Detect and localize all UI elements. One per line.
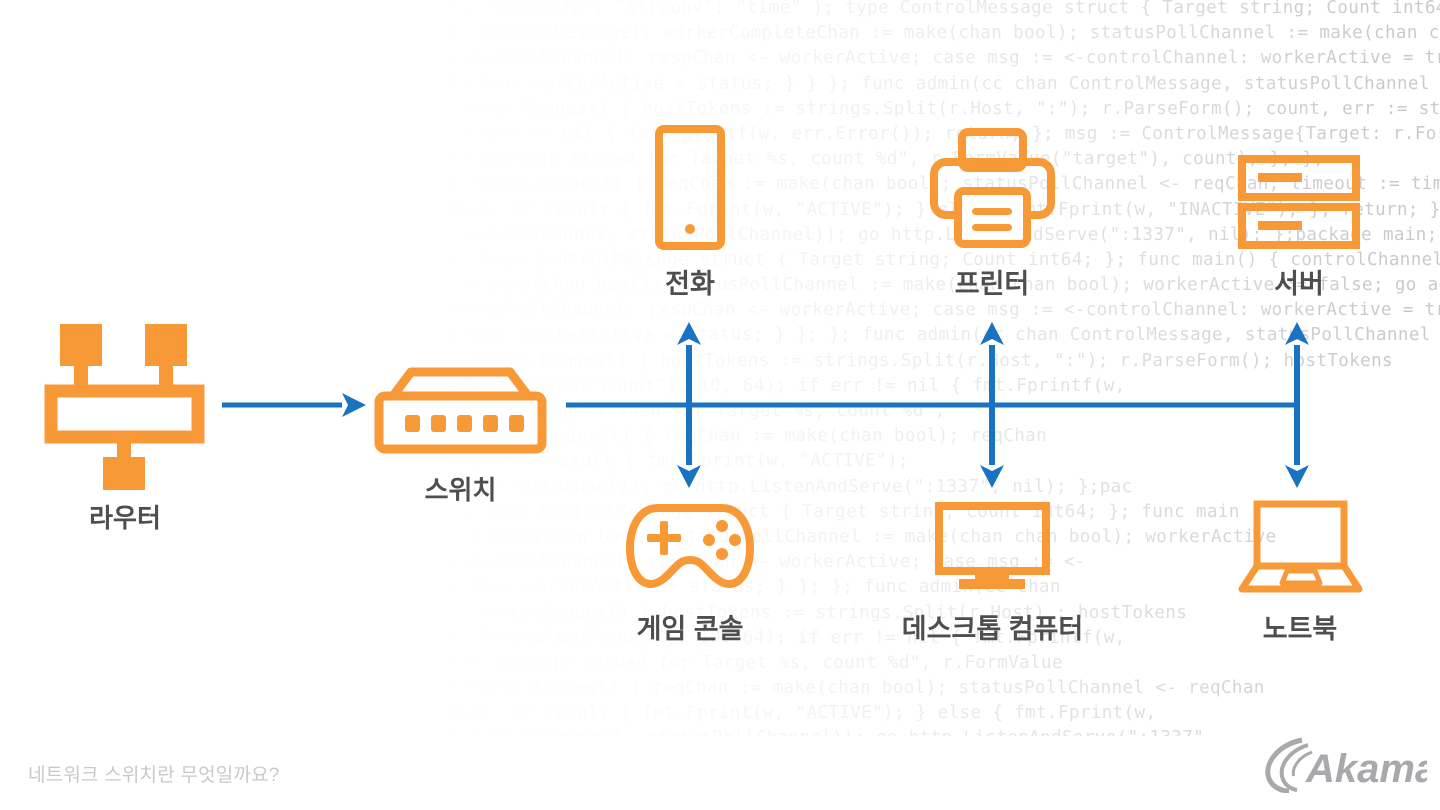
akamai-wordmark: Akamai xyxy=(1305,747,1427,791)
node-label-switch: 스위치 xyxy=(424,475,497,505)
node-desktop[interactable] xyxy=(935,502,1050,592)
node-laptop[interactable] xyxy=(1238,500,1363,595)
router-icon xyxy=(44,324,205,499)
connection-lines xyxy=(222,322,1309,488)
node-label-printer: 프린터 xyxy=(954,269,1030,299)
laptop-icon xyxy=(1238,500,1363,593)
node-label-game-console: 게임 콘솔 xyxy=(636,614,744,644)
node-game-console[interactable] xyxy=(625,500,755,595)
connection-router-to-switch xyxy=(222,393,366,417)
monitor-icon xyxy=(935,502,1050,589)
node-router[interactable] xyxy=(40,320,210,499)
printer-icon xyxy=(930,128,1055,248)
page-caption: 네트워크 스위치란 무엇일까요? xyxy=(28,765,280,786)
node-label-phone: 전화 xyxy=(665,269,715,299)
phone-icon xyxy=(655,125,725,250)
akamai-logo: Akamai xyxy=(1262,735,1440,794)
gamepad-icon xyxy=(626,504,754,588)
node-label-server: 서버 xyxy=(1274,269,1324,299)
node-label-desktop: 데스크톱 컴퓨터 xyxy=(901,614,1084,644)
akamai-logo-mark: Akamai xyxy=(1265,737,1440,794)
node-printer[interactable] xyxy=(930,128,1055,248)
server-icon xyxy=(1238,155,1360,249)
node-server[interactable] xyxy=(1238,155,1360,250)
switch-icon xyxy=(374,367,547,454)
node-label-laptop: 노트북 xyxy=(1262,614,1338,644)
node-phone[interactable] xyxy=(645,125,735,250)
network-diagram: 라우터 스위치 전화 프린터 서버 게임 콘솔 데스크톱 컴퓨터 노트북 xyxy=(0,0,1440,810)
node-label-router: 라우터 xyxy=(89,503,161,533)
diagram-canvas: erver.go" package main; import ( "fmt"; … xyxy=(0,0,1440,810)
node-switch[interactable] xyxy=(373,362,548,457)
